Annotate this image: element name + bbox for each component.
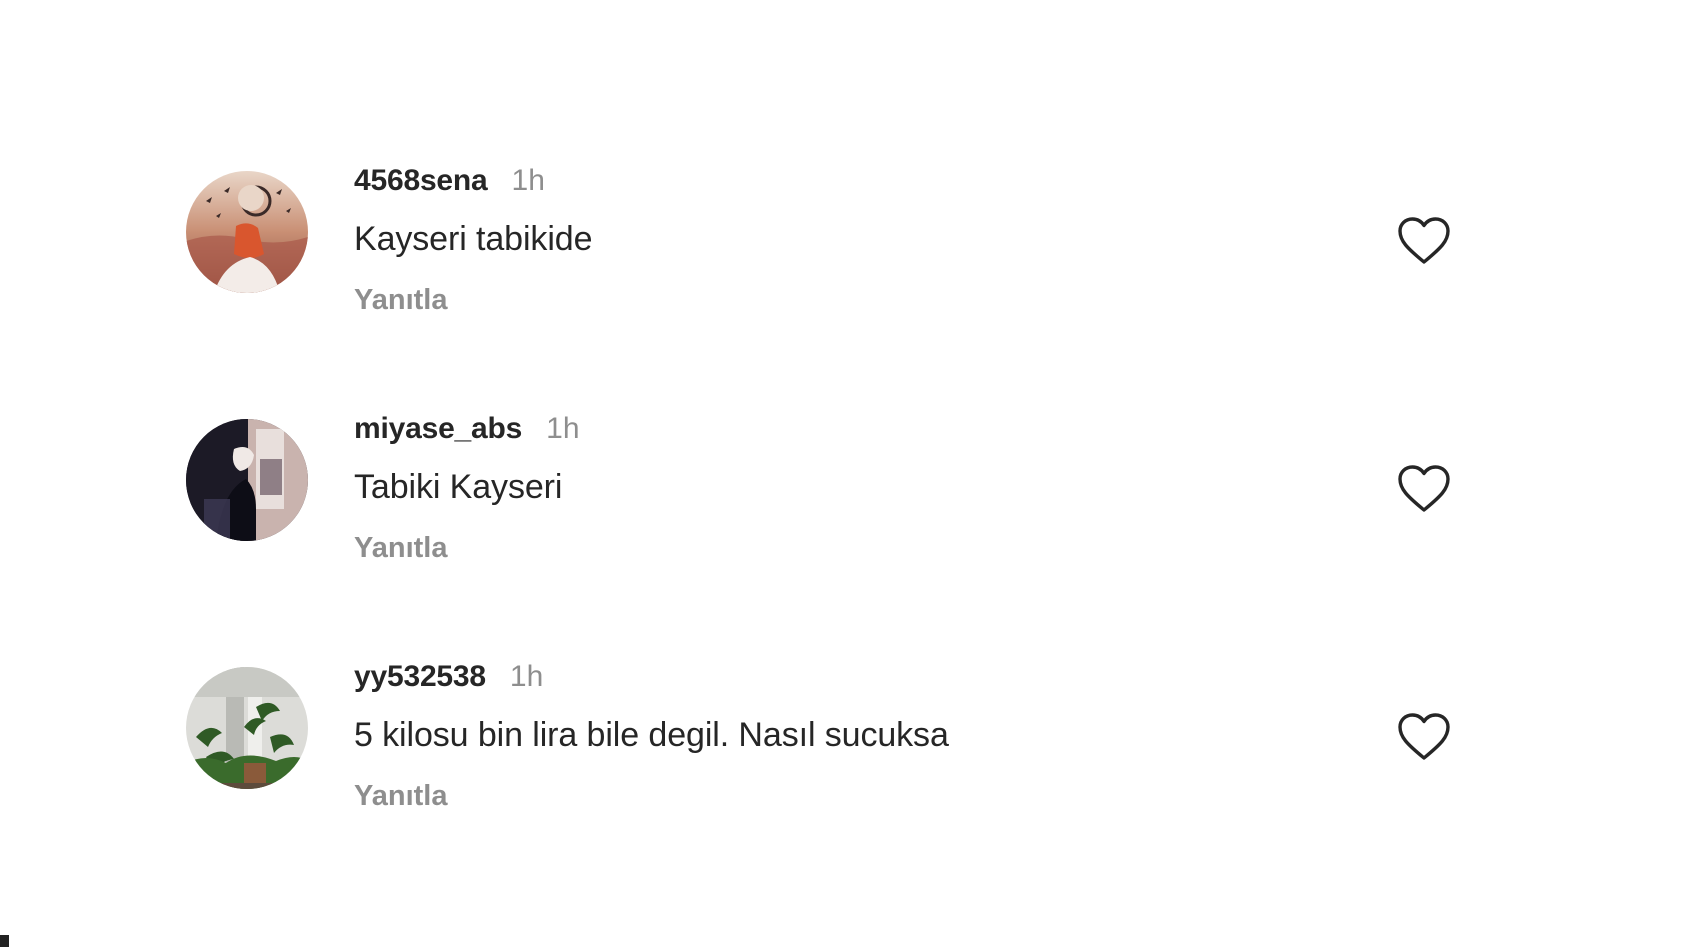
avatar[interactable] xyxy=(186,419,308,541)
like-button[interactable] xyxy=(1394,461,1454,517)
avatar-image xyxy=(186,667,308,789)
comment-item: yy532538 1h 5 kilosu bin lira bile degil… xyxy=(0,646,1682,846)
heart-outline-icon xyxy=(1398,217,1450,264)
comment-item: 4568sena 1h Kayseri tabikide Yanıtla xyxy=(0,150,1682,350)
timestamp: 1h xyxy=(546,412,580,445)
heart-outline-icon xyxy=(1398,713,1450,760)
comment-text: Kayseri tabikide xyxy=(354,220,593,258)
avatar[interactable] xyxy=(186,171,308,293)
reply-button[interactable]: Yanıtla xyxy=(354,532,448,565)
comment-header: 4568sena 1h xyxy=(354,164,545,202)
comment-header: miyase_abs 1h xyxy=(354,412,580,450)
heart-outline-icon xyxy=(1398,465,1450,512)
corner-artifact xyxy=(0,935,9,947)
avatar-image xyxy=(186,419,308,541)
comment-text: Tabiki Kayseri xyxy=(354,468,563,506)
reply-button[interactable]: Yanıtla xyxy=(354,780,448,813)
username[interactable]: 4568sena xyxy=(354,164,488,198)
username[interactable]: yy532538 xyxy=(354,660,486,694)
avatar[interactable] xyxy=(186,667,308,789)
comment-item: miyase_abs 1h Tabiki Kayseri Yanıtla xyxy=(0,398,1682,598)
timestamp: 1h xyxy=(509,660,544,693)
timestamp: 1h xyxy=(511,164,545,197)
like-button[interactable] xyxy=(1394,709,1454,765)
username[interactable]: miyase_abs xyxy=(354,412,522,446)
comment-header: yy532538 1h xyxy=(354,660,543,698)
avatar-image xyxy=(186,171,308,293)
like-button[interactable] xyxy=(1394,213,1454,269)
comment-list: 4568sena 1h Kayseri tabikide Yanıtla miy… xyxy=(0,0,1682,947)
reply-button[interactable]: Yanıtla xyxy=(354,284,448,317)
comment-text: 5 kilosu bin lira bile degil. Nasıl sucu… xyxy=(354,716,949,754)
